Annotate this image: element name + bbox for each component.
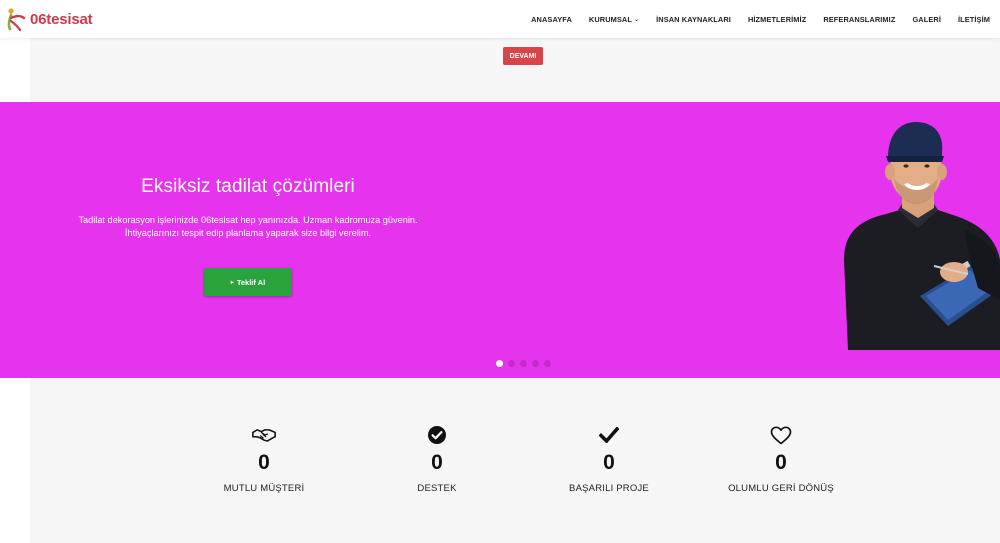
caret-right-icon: ▸	[230, 279, 234, 286]
stats-section: 0 MUTLU MÜŞTERİ 0 DESTEK 0 BAŞARILI PROJ…	[30, 378, 1000, 543]
heart-icon	[769, 425, 793, 444]
stat-value: 0	[258, 451, 270, 474]
stat-value: 0	[775, 451, 787, 474]
check-icon	[597, 426, 621, 444]
hero-title: Eksiksiz tadilat çözümleri	[141, 176, 355, 197]
nav-label: İNSAN KAYNAKLARI	[656, 14, 731, 24]
hero-text: Tadilat dekorasyon işlerinizde 06tesisat…	[78, 215, 418, 238]
more-button[interactable]: DEVAMI	[503, 47, 543, 65]
chevron-down-icon: ⌄	[633, 16, 640, 23]
stat-label: DESTEK	[417, 483, 457, 494]
hero-slider: Eksiksiz tadilat çözümleri Tadilat dekor…	[0, 102, 1000, 378]
main-nav: ANASAYFA KURUMSAL ⌄ İNSAN KAYNAKLARI HİZM…	[531, 0, 1000, 38]
stat-label: MUTLU MÜŞTERİ	[223, 483, 305, 494]
logo-figure-icon	[7, 8, 26, 31]
slider-dot-4[interactable]	[532, 360, 539, 367]
stat-value: 0	[431, 451, 443, 474]
worker-image	[844, 122, 1000, 350]
slider-dot-3[interactable]	[520, 360, 527, 367]
check-circle-icon	[425, 426, 449, 444]
handshake-icon	[252, 426, 276, 444]
get-quote-label: Teklif Al	[236, 277, 266, 287]
nav-label: HİZMETLERİMİZ	[747, 14, 807, 24]
nav-label: KURUMSAL	[588, 14, 632, 24]
stat-label: OLUMLU GERİ DÖNÜŞ	[728, 483, 834, 494]
slider-dots	[496, 360, 551, 367]
slider-dot-2[interactable]	[508, 360, 515, 367]
logo[interactable]: 06tesisat	[6, 7, 93, 31]
nav-label: İLETİŞİM	[957, 14, 990, 24]
nav-item-iletisim[interactable]: İLETİŞİM	[958, 15, 990, 24]
stat-label: BAŞARILI PROJE	[569, 483, 649, 494]
nav-label: REFERANSLARIMIZ	[823, 14, 896, 24]
site-header: 06tesisat ANASAYFA KURUMSAL ⌄ İNSAN KAYNA…	[0, 0, 1000, 38]
nav-item-anasayfa[interactable]: ANASAYFA	[531, 15, 572, 24]
nav-label: GALERİ	[912, 14, 941, 24]
nav-item-hizmetlerimiz[interactable]: HİZMETLERİMİZ	[748, 15, 806, 24]
nav-item-insan-kaynaklari[interactable]: İNSAN KAYNAKLARI	[656, 15, 731, 24]
nav-item-kurumsal[interactable]: KURUMSAL ⌄	[589, 15, 639, 24]
get-quote-button[interactable]: ▸ Teklif Al	[204, 268, 292, 296]
logo-text: 06tesisat	[30, 10, 93, 28]
slider-dot-1[interactable]	[496, 360, 503, 367]
stat-value: 0	[603, 451, 615, 474]
nav-label: ANASAYFA	[531, 14, 572, 24]
slider-dot-5[interactable]	[544, 360, 551, 367]
nav-item-referanslarimiz[interactable]: REFERANSLARIMIZ	[823, 15, 895, 24]
nav-item-galeri[interactable]: GALERİ	[912, 15, 941, 24]
